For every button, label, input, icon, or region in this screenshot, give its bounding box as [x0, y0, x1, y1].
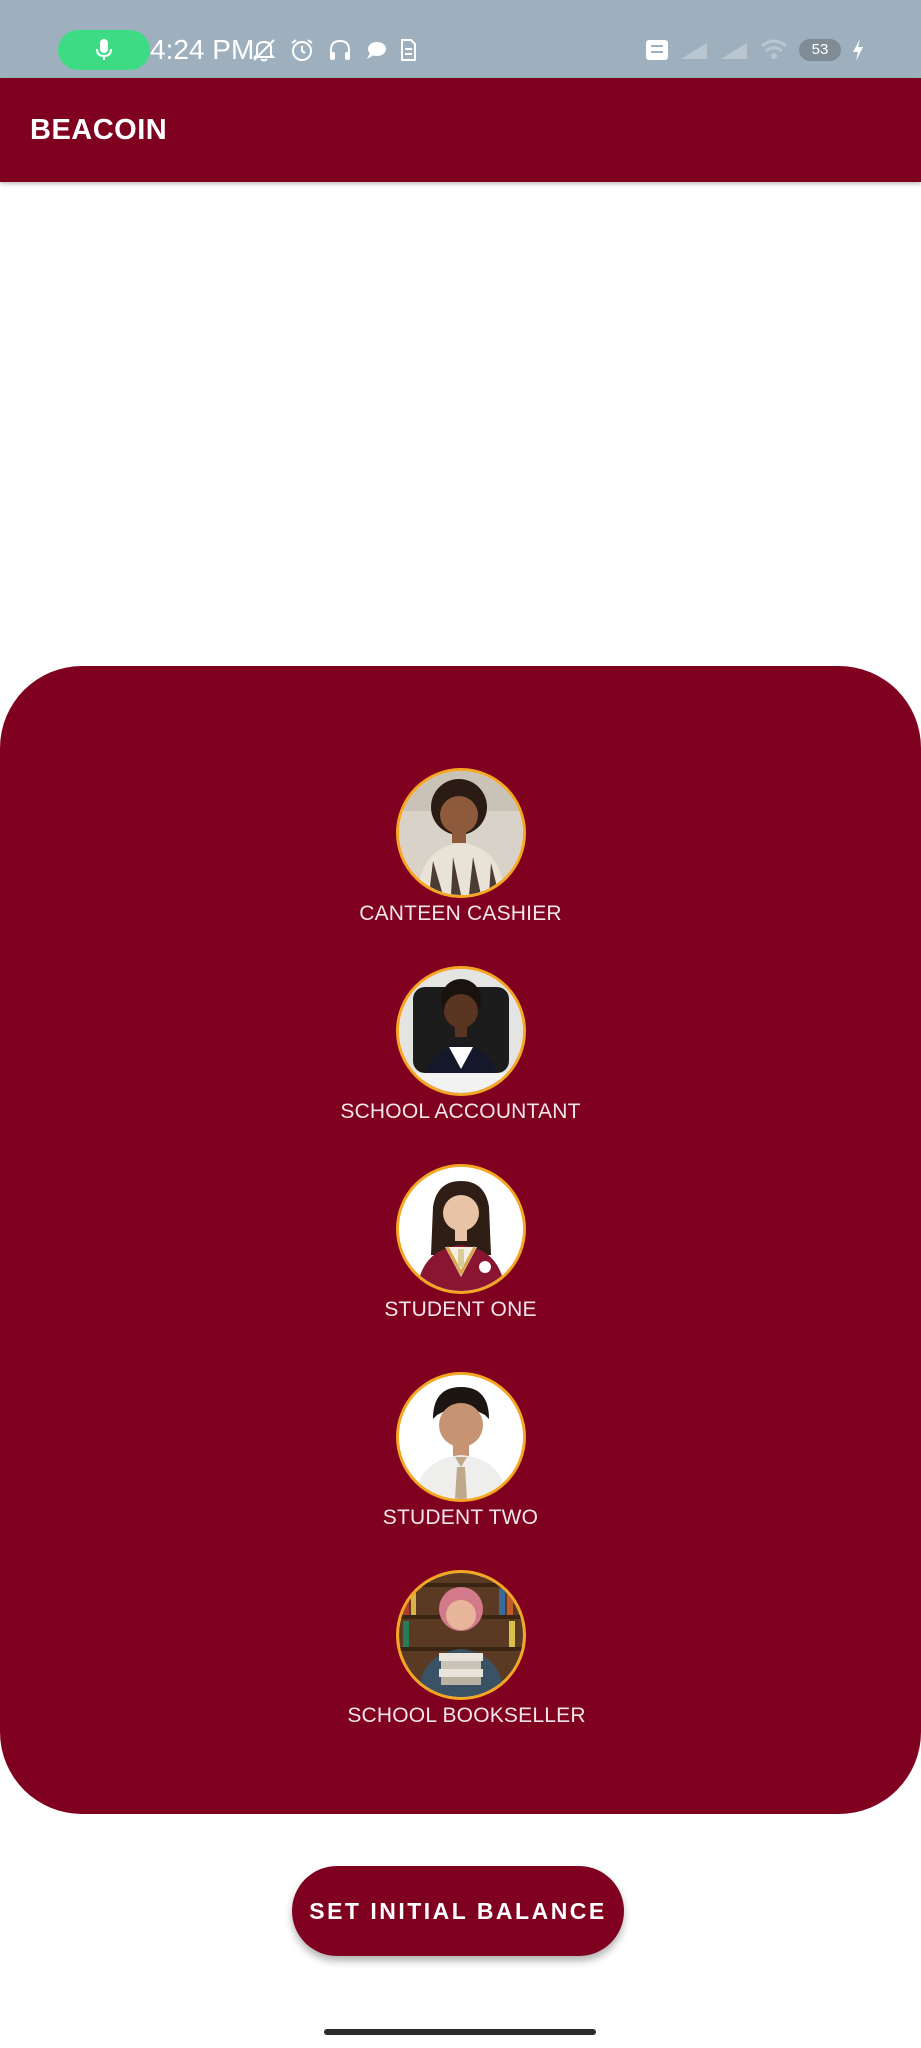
wifi-icon [761, 39, 787, 59]
status-bar: 4:24 PM 53 [0, 0, 921, 78]
profile-panel: CANTEEN CASHIER SCHOOL ACCOUNTANT STUDEN… [0, 666, 921, 1814]
signal-icon [681, 43, 707, 59]
status-notification-icons [250, 30, 418, 70]
app-title: BEACOIN [30, 114, 168, 146]
signal-icon [721, 43, 747, 59]
profile-label: STUDENT ONE [384, 1298, 537, 1321]
home-indicator[interactable] [324, 2029, 596, 2035]
bell-muted-icon [252, 39, 276, 62]
microphone-icon [96, 39, 112, 60]
profile-student-two[interactable]: STUDENT TWO [0, 1372, 921, 1542]
avatar[interactable] [396, 1372, 526, 1502]
profile-label: SCHOOL ACCOUNTANT [340, 1100, 581, 1123]
profile-school-accountant[interactable]: SCHOOL ACCOUNTANT [0, 966, 921, 1136]
avatar[interactable] [396, 1570, 526, 1700]
status-system-icons: 53 [645, 30, 865, 70]
avatar[interactable] [396, 768, 526, 898]
sim-icon [401, 39, 416, 61]
profile-label: CANTEEN CASHIER [359, 902, 562, 925]
profile-label: STUDENT TWO [382, 1506, 539, 1529]
avatar[interactable] [396, 966, 526, 1096]
headset-icon [330, 39, 350, 60]
volte-icon [646, 40, 668, 60]
profile-school-bookseller[interactable]: SCHOOL BOOKSELLER [0, 1570, 921, 1740]
app-bar: BEACOIN [0, 78, 921, 182]
alarm-icon [291, 39, 313, 61]
profile-label: SCHOOL BOOKSELLER [347, 1704, 586, 1727]
profile-student-one[interactable]: STUDENT ONE [0, 1164, 921, 1334]
set-initial-balance-button[interactable]: SET INITIAL BALANCE [292, 1866, 624, 1956]
avatar[interactable] [396, 1164, 526, 1294]
chat-icon [367, 42, 386, 59]
profile-canteen-cashier[interactable]: CANTEEN CASHIER [0, 768, 921, 938]
microphone-indicator[interactable] [58, 30, 150, 70]
charging-icon [853, 39, 863, 61]
battery-indicator: 53 [799, 39, 841, 61]
status-time: 4:24 PM [150, 34, 255, 65]
